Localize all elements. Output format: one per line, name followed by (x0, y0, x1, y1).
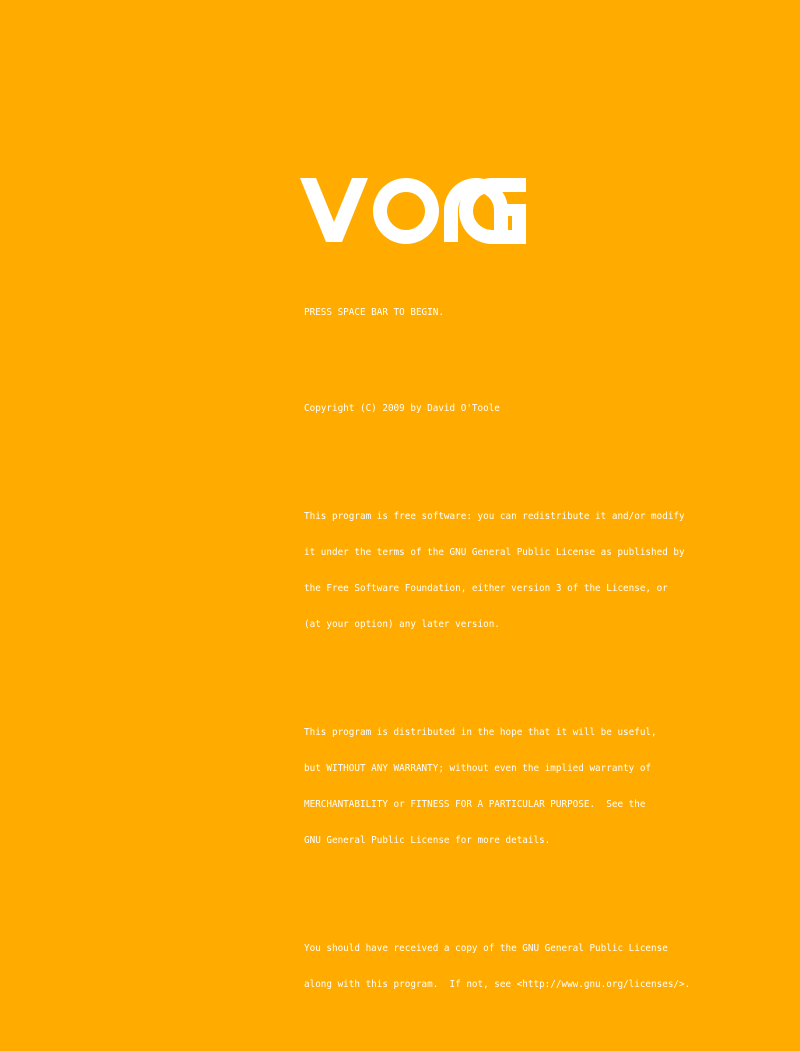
license-paragraph-3: You should have received a copy of the G… (304, 919, 744, 1015)
license-line: (at your option) any later version. (304, 619, 500, 630)
copyright-line: Copyright (C) 2009 by David O'Toole (304, 403, 500, 414)
license-line: but WITHOUT ANY WARRANTY; without even t… (304, 763, 652, 774)
license-line: You should have received a copy of the G… (304, 943, 668, 954)
license-line: MERCHANTABILITY or FITNESS FOR A PARTICU… (304, 799, 646, 810)
license-line: GNU General Public License for more deta… (304, 835, 551, 846)
vong-logo (300, 178, 528, 244)
copyright-text: Copyright (C) 2009 by David O'Toole (304, 379, 744, 439)
license-paragraph-2: This program is distributed in the hope … (304, 703, 744, 871)
license-paragraph-1: This program is free software: you can r… (304, 487, 744, 655)
vong-logo-graphic (300, 178, 526, 244)
title-screen[interactable]: PRESS SPACE BAR TO BEGIN. Copyright (C) … (0, 0, 800, 990)
license-line: it under the terms of the GNU General Pu… (304, 547, 685, 558)
text-block: PRESS SPACE BAR TO BEGIN. Copyright (C) … (304, 259, 744, 1051)
press-space-prompt: PRESS SPACE BAR TO BEGIN. (304, 307, 444, 318)
license-line: This program is free software: you can r… (304, 511, 685, 522)
license-line: the Free Software Foundation, either ver… (304, 583, 668, 594)
prompt-text: PRESS SPACE BAR TO BEGIN. (304, 283, 744, 343)
license-line: This program is distributed in the hope … (304, 727, 657, 738)
license-line: along with this program. If not, see <ht… (304, 979, 691, 990)
